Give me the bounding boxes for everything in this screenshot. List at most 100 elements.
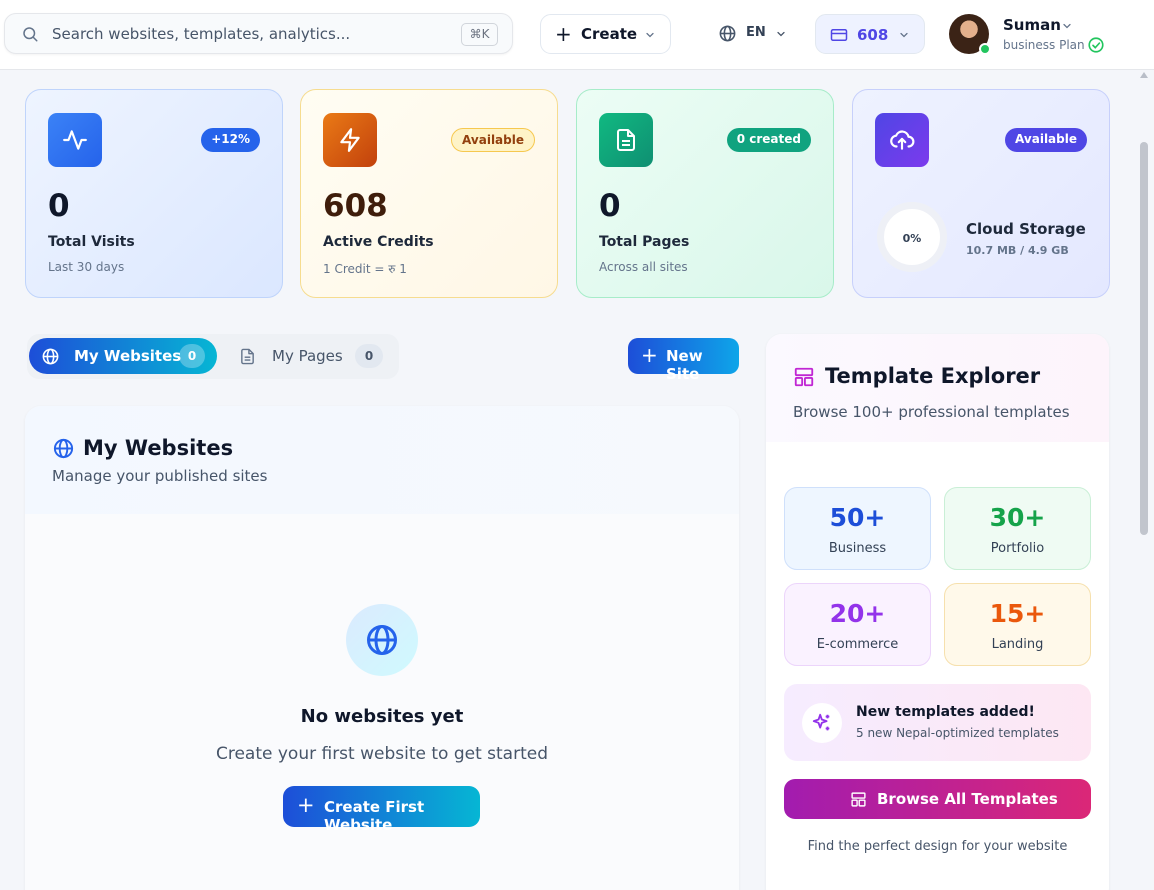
stat-card-total-visits: +12% 0 Total Visits Last 30 days xyxy=(25,89,283,298)
button-label: Browse All Templates xyxy=(877,790,1058,808)
globe-icon xyxy=(719,25,736,42)
create-first-website-button[interactable]: + Create First Website xyxy=(283,786,480,834)
cloud-upload-icon xyxy=(875,113,929,167)
template-category-business[interactable]: 50+ Business xyxy=(784,487,931,570)
sparkles-icon-container xyxy=(802,703,842,743)
plus-icon: + xyxy=(297,793,315,817)
browse-all-templates-button[interactable]: Browse All Templates xyxy=(784,779,1091,819)
empty-state-illustration xyxy=(346,604,418,676)
status-badge: Available xyxy=(1005,128,1087,152)
stat-subtext: 10.7 MB / 4.9 GB xyxy=(966,244,1069,257)
storage-percent: 0% xyxy=(902,232,922,245)
globe-icon xyxy=(42,348,59,365)
stat-label: Total Visits xyxy=(48,234,135,250)
verified-check-icon xyxy=(1088,37,1104,53)
credit-card-icon xyxy=(830,29,848,41)
user-name[interactable]: Suman xyxy=(1003,16,1061,34)
category-count: 15+ xyxy=(989,599,1046,628)
template-category-portfolio[interactable]: 30+ Portfolio xyxy=(944,487,1091,570)
user-plan: business Plan xyxy=(1003,38,1085,52)
stat-card-cloud-storage: Available 0% Cloud Storage 10.7 MB / 4.9… xyxy=(852,89,1110,298)
new-site-label: New Site xyxy=(666,347,703,383)
status-badge: 0 created xyxy=(726,128,811,152)
create-button-label: Create xyxy=(581,25,638,43)
chevron-down-icon xyxy=(900,32,908,38)
search-bar[interactable]: Search websites, templates, analytics...… xyxy=(4,13,513,54)
stat-subtext: Across all sites xyxy=(599,260,688,274)
globe-icon xyxy=(53,438,74,459)
banner-subtitle: 5 new Nepal-optimized templates xyxy=(856,726,1059,740)
document-icon xyxy=(241,348,254,365)
status-badge: Available xyxy=(451,128,535,152)
stat-label: Cloud Storage xyxy=(966,220,1086,238)
new-templates-banner: New templates added! 5 new Nepal-optimiz… xyxy=(784,684,1091,761)
panel-title: My Websites xyxy=(83,436,234,460)
category-label: E-commerce xyxy=(816,637,899,652)
language-label: EN xyxy=(746,25,766,40)
panel-header: My Websites Manage your published sites xyxy=(25,406,739,514)
search-input[interactable]: Search websites, templates, analytics... xyxy=(52,25,350,43)
panel-title: Template Explorer xyxy=(825,364,1041,388)
sparkles-icon xyxy=(812,713,830,731)
online-status-dot xyxy=(979,43,991,55)
my-websites-panel: My Websites Manage your published sites … xyxy=(25,406,739,890)
category-label: Business xyxy=(828,541,887,556)
template-category-ecommerce[interactable]: 20+ E-commerce xyxy=(784,583,931,666)
status-badge: +12% xyxy=(201,128,260,152)
tab-count-badge: 0 xyxy=(355,344,383,368)
empty-state-title: No websites yet xyxy=(300,706,464,727)
category-count: 20+ xyxy=(829,599,886,628)
plus-icon: + xyxy=(555,22,572,46)
credits-count: 608 xyxy=(857,26,889,44)
stat-card-active-credits: Available 608 Active Credits 1 Credit = … xyxy=(300,89,558,298)
chevron-down-icon xyxy=(646,32,654,38)
lightning-icon xyxy=(323,113,377,167)
tab-label: My Pages xyxy=(272,347,343,365)
template-explorer-panel: Template Explorer Browse 100+ profession… xyxy=(766,334,1109,890)
stat-subtext: Last 30 days xyxy=(48,260,125,274)
chevron-down-icon[interactable] xyxy=(1061,20,1073,32)
stat-value: 0 xyxy=(599,188,621,224)
search-icon xyxy=(23,27,38,42)
content-tabs: My Websites 0 My Pages 0 xyxy=(27,334,399,379)
stat-label: Active Credits xyxy=(323,234,434,250)
panel-subtitle: Browse 100+ professional templates xyxy=(793,403,1070,421)
page-scrollbar[interactable] xyxy=(1136,70,1154,890)
search-shortcut-badge: ⌘K xyxy=(461,23,498,46)
button-label: Create First Website xyxy=(324,798,425,834)
chevron-down-icon xyxy=(777,31,785,37)
stat-card-total-pages: 0 created 0 Total Pages Across all sites xyxy=(576,89,834,298)
banner-title: New templates added! xyxy=(856,704,1035,720)
tab-label: My Websites xyxy=(74,347,182,365)
category-label: Portfolio xyxy=(990,541,1045,556)
panel-header: Template Explorer Browse 100+ profession… xyxy=(766,334,1109,442)
top-bar: Search websites, templates, analytics...… xyxy=(0,0,1154,70)
activity-icon xyxy=(48,113,102,167)
tab-my-websites[interactable]: My Websites 0 xyxy=(29,338,217,374)
tab-my-pages[interactable]: My Pages 0 xyxy=(233,338,393,374)
stat-label: Total Pages xyxy=(599,234,690,250)
document-icon xyxy=(599,113,653,167)
scrollbar-thumb[interactable] xyxy=(1140,142,1148,535)
avatar[interactable] xyxy=(949,14,991,55)
panel-subtitle: Manage your published sites xyxy=(52,467,268,485)
scroll-up-arrow[interactable] xyxy=(1140,72,1148,78)
stat-subtext: 1 Credit = रु 1 xyxy=(323,262,407,276)
category-count: 50+ xyxy=(829,503,886,532)
globe-icon xyxy=(367,625,397,655)
category-count: 30+ xyxy=(989,503,1046,532)
new-site-button[interactable]: + New Site xyxy=(628,338,739,383)
stat-value: 608 xyxy=(323,188,388,224)
empty-state-subtitle: Create your first website to get started xyxy=(215,744,549,764)
template-category-landing[interactable]: 15+ Landing xyxy=(944,583,1091,666)
layout-grid-icon xyxy=(794,367,814,387)
category-label: Landing xyxy=(991,637,1044,652)
language-selector[interactable]: EN xyxy=(718,22,798,48)
plus-icon: + xyxy=(641,343,658,367)
stat-value: 0 xyxy=(48,188,70,224)
layout-grid-icon xyxy=(851,792,866,807)
panel-footer-text: Find the perfect design for your website xyxy=(807,839,1068,854)
tab-count-badge: 0 xyxy=(179,344,205,368)
create-button[interactable]: + Create xyxy=(540,14,671,54)
credits-button[interactable]: 608 xyxy=(815,14,925,54)
